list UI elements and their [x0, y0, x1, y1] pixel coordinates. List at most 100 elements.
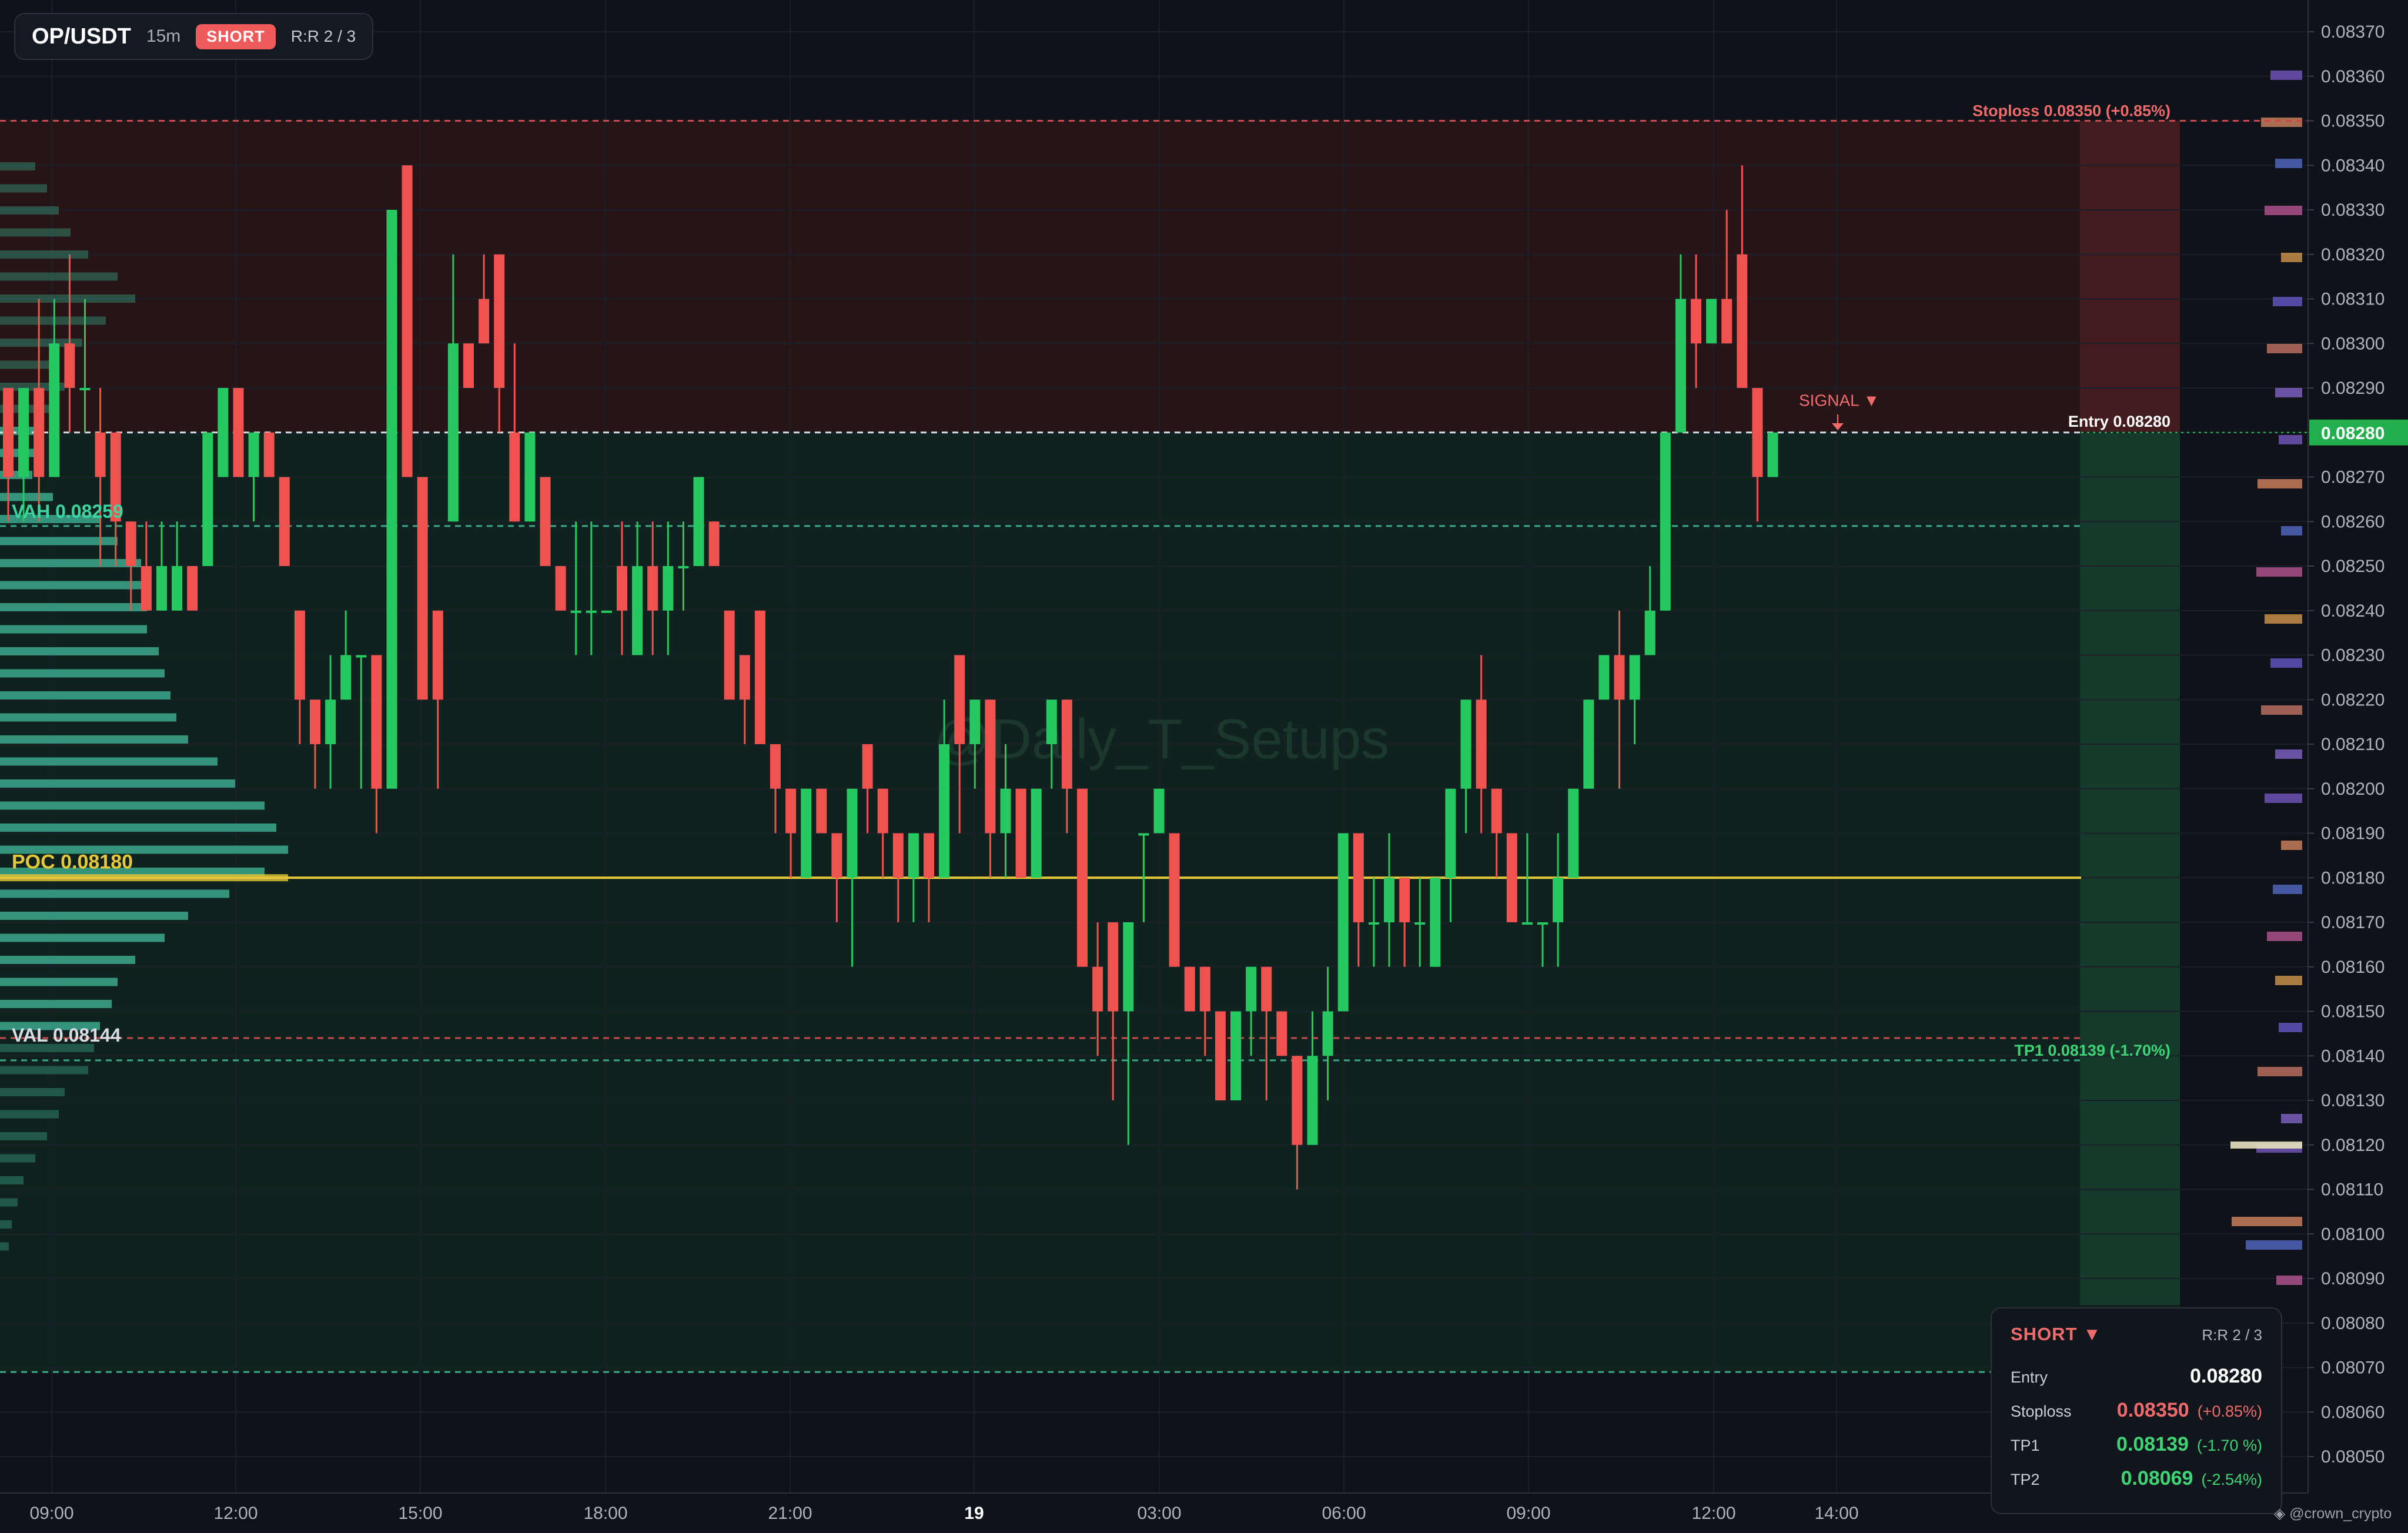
price-tick-label: 0.08090: [2321, 1269, 2384, 1288]
price-tick-label: 0.08050: [2321, 1447, 2384, 1467]
time-tick-label: 18:00: [583, 1504, 627, 1523]
credit-label[interactable]: ◈ @crown_crypto: [2274, 1505, 2392, 1525]
candle-body: [340, 655, 352, 700]
price-axis[interactable]: 0.08050 0.08060 0.08070 0.08080 0.08090 0.081…: [2307, 0, 2408, 1533]
price-tick-label: 0.08270: [2321, 468, 2384, 487]
candle-body: [248, 432, 259, 477]
profile-bar: [0, 625, 147, 634]
price-tick-label: 0.08310: [2321, 290, 2384, 309]
price-tick-label: 0.08250: [2321, 557, 2384, 576]
candle-body: [432, 610, 443, 700]
panel-row-stoploss: Stoploss 0.08350 (+0.85%): [2011, 1399, 2262, 1433]
price-tick-label: 0.08340: [2321, 156, 2384, 175]
price-tick-label: 0.08100: [2321, 1224, 2384, 1244]
candle-body: [663, 566, 674, 611]
profile-bar: [0, 1110, 59, 1119]
candle-body: [1445, 788, 1456, 878]
candle-body: [95, 432, 106, 477]
candle-body: [739, 655, 750, 700]
candle-body: [831, 833, 842, 878]
candle-body: [49, 343, 60, 477]
panel-entry-label: Entry: [2011, 1368, 2048, 1386]
candle-body: [233, 388, 244, 477]
orderbook-bar: [2258, 1067, 2302, 1076]
price-tick-label: 0.08200: [2321, 779, 2384, 799]
candle-body: [218, 388, 229, 477]
candle-body: [1614, 655, 1625, 700]
candle-body: [586, 610, 597, 613]
candle-body: [479, 299, 490, 344]
price-chart[interactable]: @Daily_T_Setups Stoploss 0.08350 (+0.85%…: [0, 0, 2408, 1533]
candle-body: [1046, 699, 1057, 744]
val-label: VAL 0.08144: [12, 1025, 121, 1046]
profile-bar: [0, 272, 118, 281]
candle-body: [494, 254, 505, 388]
candle-body: [1706, 299, 1717, 344]
candle-body: [601, 610, 612, 613]
candle-body: [877, 788, 888, 834]
panel-entry-value: 0.08280: [2190, 1365, 2262, 1387]
panel-stoploss-label: Stoploss: [2011, 1403, 2072, 1420]
panel-row-entry: Entry 0.08280: [2011, 1365, 2262, 1399]
price-tick-label: 0.08210: [2321, 735, 2384, 754]
orderbook-bar: [2265, 614, 2302, 624]
orderbook-bar: [2275, 388, 2302, 397]
price-tick-label: 0.08370: [2321, 22, 2384, 42]
price-tick-label: 0.08240: [2321, 601, 2384, 621]
candle-body: [1092, 966, 1103, 1012]
profile-bar: [0, 360, 53, 369]
candle-body: [908, 833, 919, 878]
candle-body: [1246, 966, 1257, 1012]
profile-bar: [0, 316, 106, 325]
orderbook-bar: [2273, 297, 2302, 306]
profile-bar: [0, 1088, 65, 1096]
candle-body: [1031, 788, 1042, 878]
candle-body: [540, 477, 551, 566]
candle-body: [141, 566, 152, 611]
time-tick-label: 12:00: [213, 1504, 257, 1523]
candle-body: [754, 610, 765, 744]
candle-body: [1476, 699, 1487, 789]
candle-body: [785, 788, 797, 834]
price-tick-label: 0.08080: [2321, 1314, 2384, 1333]
candle-body: [1077, 788, 1088, 967]
candle-body: [570, 610, 581, 613]
candle-body: [617, 566, 627, 611]
candle-body: [1138, 833, 1149, 836]
profile-bar: [0, 581, 150, 590]
candle-body: [1123, 922, 1134, 1012]
candle-body: [1414, 922, 1426, 925]
candle-body: [417, 477, 428, 700]
price-tick-label: 0.08260: [2321, 512, 2384, 531]
candle-body: [1153, 788, 1165, 834]
candle-body: [724, 610, 735, 700]
orderbook-bar: [2281, 1114, 2302, 1123]
candle-body: [1506, 833, 1517, 922]
candle-body: [1353, 833, 1364, 922]
timeframe-label[interactable]: 15m: [146, 26, 180, 46]
profile-bar: [0, 1176, 24, 1184]
orderbook-bar: [2267, 932, 2302, 941]
price-tick-label: 0.08120: [2321, 1136, 2384, 1155]
candle-body: [632, 566, 643, 655]
panel-tp2-pct: (-2.54%): [2201, 1471, 2262, 1488]
price-tick-label: 0.08230: [2321, 646, 2384, 665]
price-tick-label: 0.08290: [2321, 379, 2384, 398]
symbol-header[interactable]: OP/USDT 15m SHORT R:R 2 / 3: [14, 13, 374, 60]
candle-body: [1629, 655, 1640, 700]
price-tick-label: 0.08160: [2321, 958, 2384, 977]
panel-row-tp1: TP1 0.08139 (-1.70 %): [2011, 1433, 2262, 1467]
candle-body: [1184, 966, 1195, 1012]
orderbook-bar: [2256, 567, 2302, 577]
candle-body: [1000, 788, 1011, 834]
price-tick-label: 0.08170: [2321, 913, 2384, 932]
watermark: @Daily_T_Setups: [934, 708, 1389, 771]
time-axis[interactable]: 09:00 12:00 15:00 18:00 21:00 19 03:00 06:00 09:…: [0, 1492, 2308, 1523]
orderbook-bar: [2230, 1142, 2302, 1149]
candle-body: [1568, 788, 1579, 878]
candle-body: [524, 432, 536, 522]
candle-body: [279, 477, 290, 566]
price-tick-label: 0.08180: [2321, 868, 2384, 888]
candle-body: [156, 566, 167, 611]
profile-bar: [0, 559, 141, 567]
